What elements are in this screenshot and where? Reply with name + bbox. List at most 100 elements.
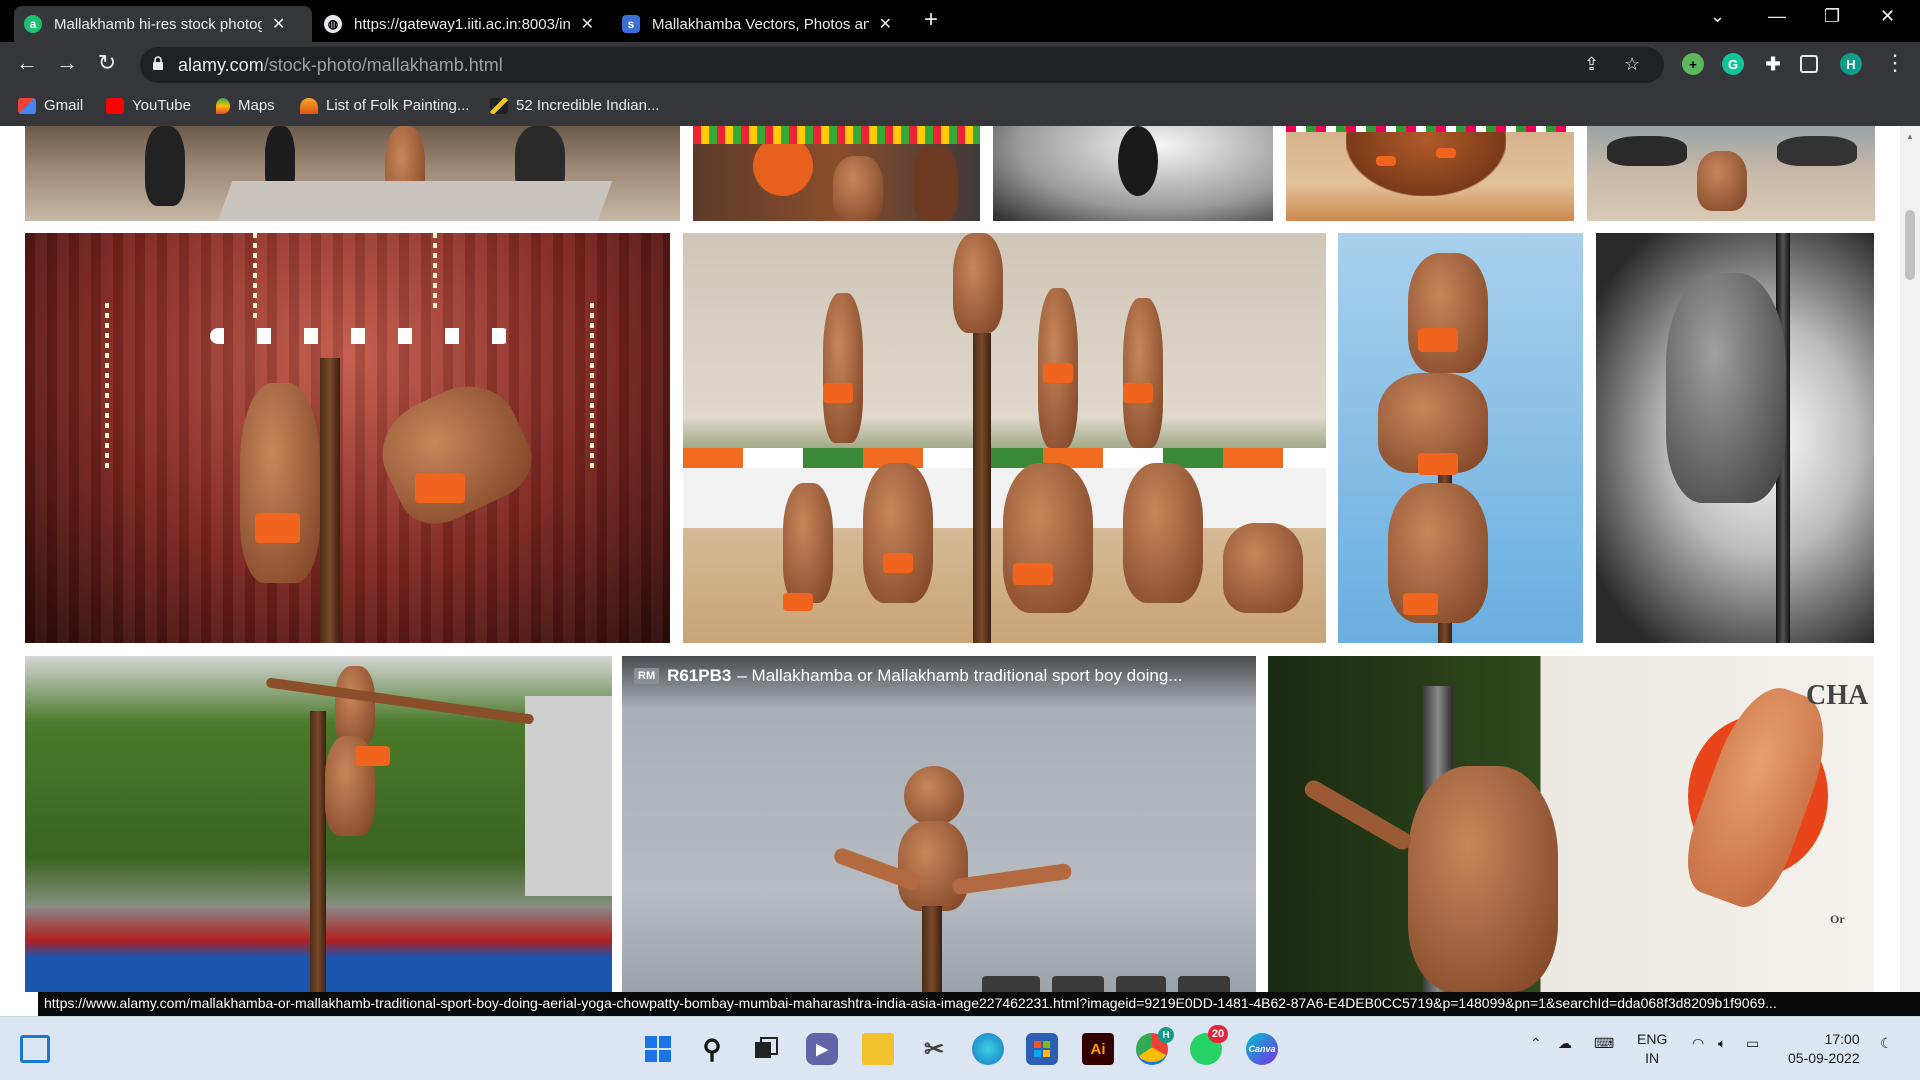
image-tile-pyramid-ground[interactable] [1286,126,1574,221]
browser-toolbar: ← → ↻ alamy.com/stock-photo/mallakhamb.h… [0,42,1920,88]
grammarly-icon[interactable]: G [1722,53,1744,75]
side-panel-icon[interactable] [1800,55,1818,73]
scroll-up-arrow-icon[interactable]: ▲ [1906,132,1914,141]
plus-extension-icon[interactable]: + [1682,53,1704,75]
window-close-icon[interactable]: ✕ [1880,6,1895,27]
tab-title: Mallakhamb hi-res stock photog [54,15,262,33]
snipping-tool-icon[interactable]: ✂ [918,1033,950,1065]
link-status-bubble: https://www.alamy.com/mallakhamba-or-mal… [38,992,1920,1016]
tab-search-chevron-icon[interactable]: ⌄ [1710,6,1725,27]
input-language-indicator[interactable]: ENG IN [1637,1030,1667,1068]
profile-avatar[interactable]: H [1840,53,1862,75]
image-hover-caption: RM R61PB3 – Mallakhamba or Mallakhamb tr… [634,666,1182,686]
image-tile-stage-mallakhamb[interactable] [25,233,670,643]
bookmark-star-icon[interactable]: ☆ [1624,54,1640,75]
new-tab-plus-icon[interactable]: + [924,6,938,34]
results-grid: RM R61PB3 – Mallakhamba or Mallakhamb tr… [0,126,1920,992]
image-tile-bw-pole-climber[interactable] [1596,233,1874,643]
edge-browser-icon[interactable] [972,1033,1004,1065]
teams-chat-icon[interactable]: ▶ [806,1033,838,1065]
volume-icon[interactable]: 🔈︎ [1718,1035,1726,1052]
poster-text-top: CHA [1806,680,1869,711]
tab-title: Mallakhamba Vectors, Photos an [652,15,869,33]
onedrive-cloud-icon[interactable]: ☁ [1558,1035,1572,1052]
wifi-icon[interactable]: ◠ [1692,1035,1704,1052]
task-view-icon[interactable] [750,1033,782,1065]
forward-arrow-icon[interactable]: → [52,50,82,76]
bookmark-label: Gmail [44,97,84,114]
image-tile-boy-aerial-yoga[interactable]: RM R61PB3 – Mallakhamba or Mallakhamb tr… [622,656,1256,992]
show-hidden-icons-chevron-icon[interactable]: ⌃ [1530,1035,1542,1052]
image-tile-festival[interactable] [693,126,980,221]
globe-icon: ◍ [324,15,342,33]
maps-icon [216,97,230,114]
tab-alamy[interactable]: a Mallakhamb hi-res stock photog ✕ [14,6,312,42]
illustrator-icon[interactable]: Ai [1082,1033,1114,1065]
lock-icon [153,56,163,70]
clock-time: 17:00 [1824,1031,1860,1047]
image-tile-beach-stretch[interactable] [1587,126,1875,221]
back-arrow-icon[interactable]: ← [12,50,42,76]
youtube-icon [106,97,124,114]
scrollbar-thumb[interactable] [1905,210,1915,280]
poster-text-bottom: Or [1830,912,1845,926]
menu-kebab-icon[interactable]: ⋮ [1880,50,1910,76]
clock-date: 05-09-2022 [1788,1050,1860,1066]
extensions-puzzle-icon[interactable]: ✚ [1762,53,1784,75]
bookmark-site-icon [490,97,508,114]
bookmark-label: 52 Incredible Indian... [516,97,660,114]
tab-strip: a Mallakhamb hi-res stock photog ✕ ◍ htt… [0,0,1920,42]
notifications-moon-icon[interactable]: ☾ [1880,1035,1893,1052]
tab-title: https://gateway1.iiti.ac.in:8003/in [354,15,571,33]
page-scrollbar[interactable]: ▲ [1900,126,1920,992]
microsoft-store-icon[interactable] [1026,1033,1058,1065]
tab-shutterstock[interactable]: s Mallakhamba Vectors, Photos an ✕ [612,6,902,42]
windows-taskbar: ⚲ ▶ ✂ Ai H 20 Canva ⌃ ☁ ⌨ ENG IN ◠ 🔈︎ ▭ … [0,1016,1920,1080]
image-tile-pole-and-poster[interactable]: CHA Or [1268,656,1874,992]
notification-count-badge: 20 [1208,1025,1228,1043]
url-path: /stock-photo/mallakhamb.html [263,55,503,75]
bookmark-maps[interactable]: Maps [216,97,275,114]
url-domain: alamy.com [178,55,264,75]
bookmark-label: YouTube [132,97,191,114]
close-icon[interactable]: ✕ [581,14,594,34]
address-bar[interactable]: alamy.com/stock-photo/mallakhamb.html ⇪ … [140,47,1664,83]
image-tile-beach-yoga[interactable] [25,126,680,221]
search-icon[interactable]: ⚲ [696,1033,728,1065]
image-tile-park-pole[interactable] [25,656,612,992]
bookmark-label: Maps [238,97,275,114]
image-tile-bw-closeup[interactable] [993,126,1273,221]
folk-painting-icon [300,97,318,114]
bookmark-folk-painting[interactable]: List of Folk Painting... [300,97,469,114]
shutterstock-icon: s [622,15,640,33]
close-icon[interactable]: ✕ [879,14,892,34]
desktop-widget-icon[interactable] [20,1035,50,1063]
alamy-icon: a [24,15,42,33]
bookmark-label: List of Folk Painting... [326,97,470,114]
share-icon[interactable]: ⇪ [1584,54,1599,75]
whatsapp-icon[interactable]: 20 [1190,1025,1228,1065]
bookmarks-bar: Gmail YouTube Maps List of Folk Painting… [0,88,1920,126]
reload-icon[interactable]: ↻ [92,50,122,76]
system-clock[interactable]: 17:00 05-09-2022 [1788,1030,1860,1068]
minimize-icon[interactable]: — [1768,6,1786,27]
bookmark-incredible-indian[interactable]: 52 Incredible Indian... [490,97,659,114]
windows-start-icon[interactable] [642,1033,674,1065]
close-icon[interactable]: ✕ [272,14,285,34]
battery-icon[interactable]: ▭ [1746,1035,1759,1052]
bookmark-youtube[interactable]: YouTube [106,97,191,114]
canva-icon[interactable]: Canva [1246,1033,1278,1065]
chrome-icon[interactable]: H [1136,1027,1174,1065]
gmail-icon [18,97,36,114]
file-explorer-icon[interactable] [862,1033,894,1065]
rights-managed-badge: RM [634,668,660,684]
image-caption: – Mallakhamba or Mallakhamb traditional … [737,666,1183,685]
tab-gateway[interactable]: ◍ https://gateway1.iiti.ac.in:8003/in ✕ [314,6,604,42]
image-tile-human-pyramid[interactable] [683,233,1326,643]
chrome-profile-badge: H [1158,1027,1174,1043]
restore-icon[interactable]: ❐ [1824,6,1840,27]
image-code: R61PB3 [667,666,732,685]
keyboard-icon[interactable]: ⌨ [1594,1035,1614,1052]
bookmark-gmail[interactable]: Gmail [18,97,83,114]
image-tile-sky-pole[interactable] [1338,233,1583,643]
